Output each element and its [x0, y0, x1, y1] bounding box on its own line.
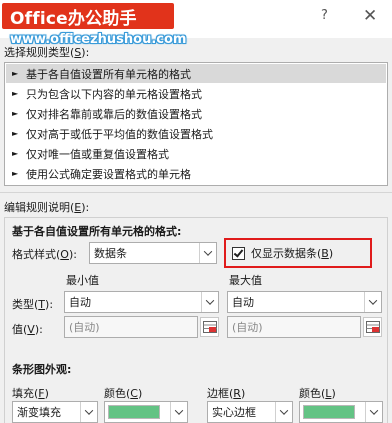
chevron-down-icon[interactable]	[365, 402, 382, 422]
rule-item-label: 仅对高于或低于平均值的数值设置格式	[26, 127, 213, 141]
site-logo: Office办公助手	[2, 3, 174, 29]
max-value-text: (自动)	[232, 321, 263, 334]
chevron-down-icon[interactable]	[199, 243, 216, 263]
border-color-select[interactable]	[299, 401, 383, 423]
rule-item-contains[interactable]: ► 只为包含以下内容的单元格设置格式	[6, 84, 386, 103]
rule-item-label: 仅对唯一值或重复值设置格式	[26, 147, 169, 161]
format-style-label: 格式样式(O):	[12, 248, 77, 261]
min-type-select[interactable]: 自动	[64, 291, 219, 313]
arrow-right-icon: ►	[12, 69, 19, 78]
rule-item-label: 使用公式确定要设置格式的单元格	[26, 167, 191, 181]
fill-type-value: 渐变填充	[17, 406, 61, 419]
rule-item-formula[interactable]: ► 使用公式确定要设置格式的单元格	[6, 164, 386, 183]
format-style-select[interactable]: 数据条	[89, 242, 217, 264]
min-type-value: 自动	[69, 296, 91, 309]
chevron-down-icon[interactable]	[275, 402, 292, 422]
rule-item-label: 基于各自值设置所有单元格的格式	[26, 67, 191, 81]
min-value-input[interactable]: (自动)	[64, 316, 198, 338]
rule-item-top-bottom[interactable]: ► 仅对排名靠前或靠后的数值设置格式	[6, 104, 386, 123]
rule-item-label: 只为包含以下内容的单元格设置格式	[26, 87, 202, 101]
chevron-down-icon[interactable]	[201, 292, 218, 312]
arrow-right-icon: ►	[12, 169, 19, 178]
chevron-down-icon[interactable]	[364, 292, 381, 312]
max-range-picker-icon[interactable]	[363, 317, 382, 337]
rule-item-unique-duplicate[interactable]: ► 仅对唯一值或重复值设置格式	[6, 144, 386, 163]
fill-label: 填充(F)	[12, 387, 49, 400]
min-value-text: (自动)	[69, 321, 100, 334]
bar-appearance-heading: 条形图外观:	[12, 363, 72, 376]
min-range-picker-icon[interactable]	[200, 317, 219, 337]
type-label: 类型(T):	[12, 298, 54, 311]
chevron-down-icon[interactable]	[170, 402, 187, 422]
arrow-right-icon: ►	[12, 149, 19, 158]
arrow-right-icon: ►	[12, 109, 19, 118]
edit-rule-heading: 基于各自值设置所有单元格的格式:	[12, 225, 182, 238]
max-type-select[interactable]: 自动	[227, 291, 382, 313]
border-color-swatch	[303, 405, 355, 419]
arrow-right-icon: ►	[12, 89, 19, 98]
rule-item-label: 仅对排名靠前或靠后的数值设置格式	[26, 107, 202, 121]
close-icon[interactable]: ✕	[363, 6, 377, 26]
max-header: 最大值	[229, 274, 262, 287]
border-type-value: 实心边框	[212, 406, 256, 419]
format-style-value: 数据条	[94, 247, 127, 260]
edit-rule-label: 编辑规则说明(E):	[4, 201, 90, 214]
help-icon[interactable]: ?	[321, 8, 328, 23]
rule-item-each-value[interactable]: ► 基于各自值设置所有单元格的格式	[6, 64, 386, 83]
arrow-right-icon: ►	[12, 129, 19, 138]
fill-type-select[interactable]: 渐变填充	[12, 401, 98, 423]
border-color-label: 颜色(L)	[299, 387, 336, 400]
rule-type-label: 选择规则类型(S):	[4, 46, 90, 59]
show-bar-only-label: 仅显示数据条(B)	[251, 247, 334, 260]
rule-item-above-below-average[interactable]: ► 仅对高于或低于平均值的数值设置格式	[6, 124, 386, 143]
border-type-select[interactable]: 实心边框	[207, 401, 293, 423]
show-bar-only-checkbox[interactable]	[232, 246, 245, 260]
divider	[0, 192, 392, 193]
max-type-value: 自动	[232, 296, 254, 309]
min-header: 最小值	[66, 274, 99, 287]
fill-color-select[interactable]	[104, 401, 188, 423]
fill-color-label: 颜色(C)	[104, 387, 143, 400]
checkmark-icon	[233, 246, 244, 258]
chevron-down-icon[interactable]	[80, 402, 97, 422]
border-label: 边框(R)	[207, 387, 246, 400]
fill-color-swatch	[108, 405, 160, 419]
max-value-input[interactable]: (自动)	[227, 316, 361, 338]
value-label: 值(V):	[12, 323, 43, 336]
rule-type-list: ► 基于各自值设置所有单元格的格式 ► 只为包含以下内容的单元格设置格式 ► 仅…	[4, 62, 388, 186]
highlight-box: 仅显示数据条(B)	[224, 238, 372, 268]
